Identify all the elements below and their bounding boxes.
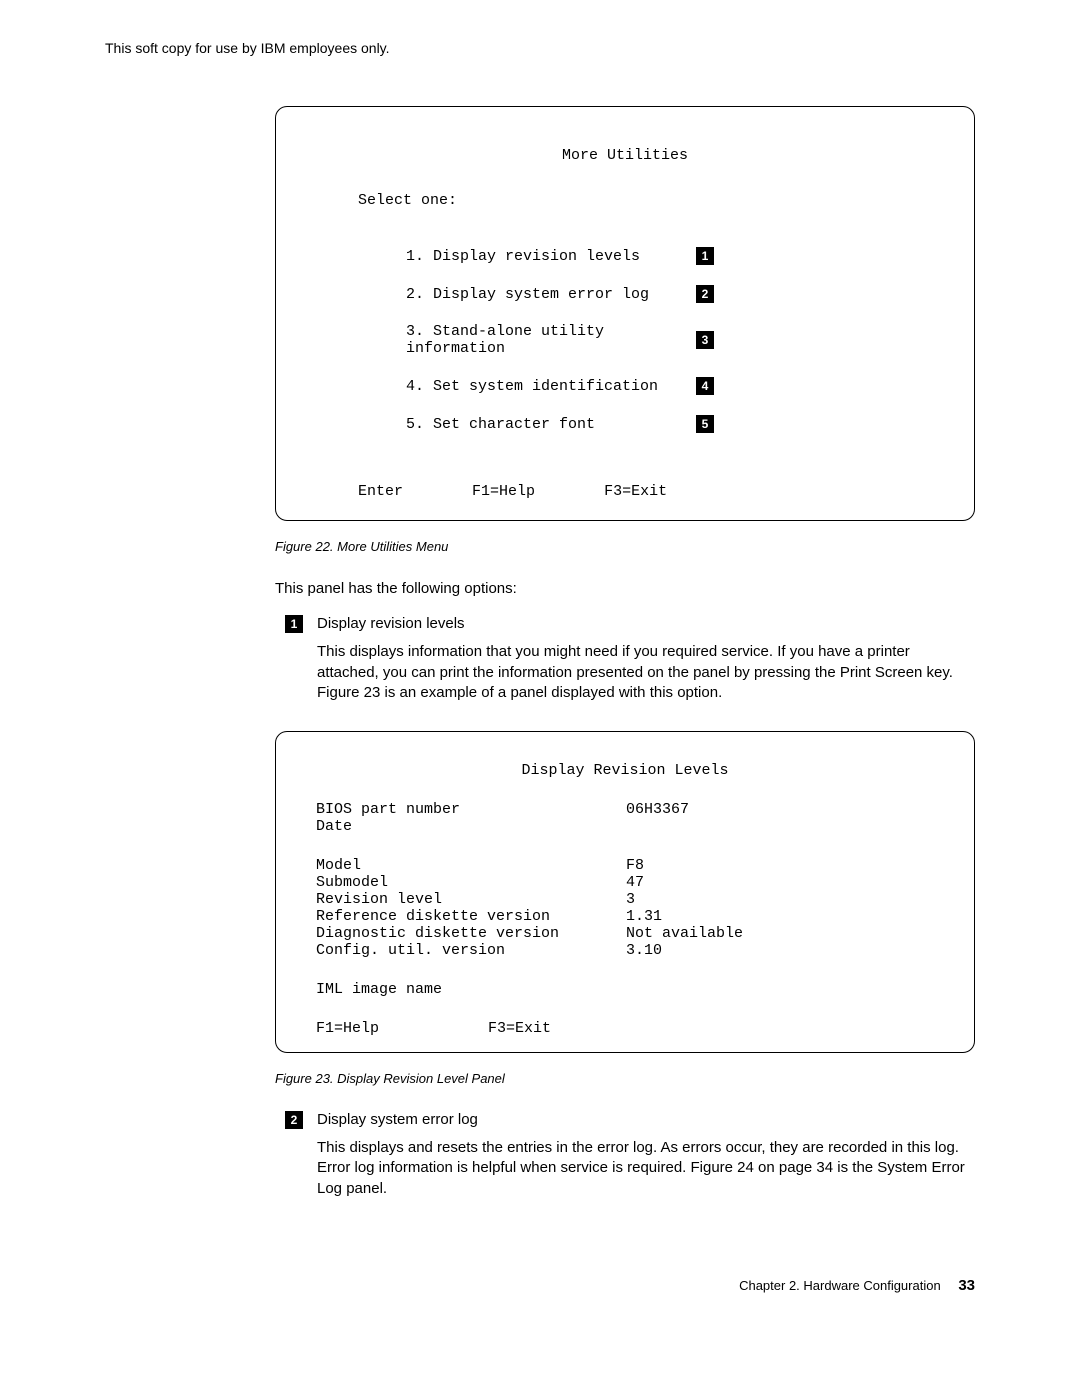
info-row: Revision level 3 bbox=[316, 891, 934, 908]
badge-icon: 3 bbox=[696, 331, 714, 349]
info-row: IML image name bbox=[316, 981, 934, 998]
info-label: Reference diskette version bbox=[316, 908, 626, 925]
menu-item: 1. Display revision levels 1 bbox=[406, 247, 924, 265]
page-footer: Chapter 2. Hardware Configuration 33 bbox=[105, 1277, 975, 1294]
info-value: 06H3367 bbox=[626, 801, 934, 818]
badge-icon: 1 bbox=[696, 247, 714, 265]
info-row: Date bbox=[316, 818, 934, 835]
info-label: Submodel bbox=[316, 874, 626, 891]
footer-f3: F3=Exit bbox=[488, 1020, 551, 1037]
info-row: Submodel 47 bbox=[316, 874, 934, 891]
info-value: 3 bbox=[626, 891, 934, 908]
info-row: Model F8 bbox=[316, 857, 934, 874]
info-row: Diagnostic diskette version Not availabl… bbox=[316, 925, 934, 942]
info-row: BIOS part number 06H3367 bbox=[316, 801, 934, 818]
menu-item-text: 1. Display revision levels bbox=[406, 248, 686, 265]
panel-subtitle: Select one: bbox=[358, 192, 924, 209]
menu-item-text: 2. Display system error log bbox=[406, 286, 686, 303]
header-note: This soft copy for use by IBM employees … bbox=[105, 40, 975, 56]
panel-title: Display Revision Levels bbox=[316, 762, 934, 779]
info-value: 47 bbox=[626, 874, 934, 891]
option-block-1: 1 Display revision levels This displays … bbox=[275, 615, 975, 721]
footer-f3: F3=Exit bbox=[604, 483, 667, 500]
badge-icon: 2 bbox=[696, 285, 714, 303]
panel-footer: Enter F1=Help F3=Exit bbox=[358, 483, 924, 500]
option-desc: This displays information that you might… bbox=[317, 642, 975, 703]
info-value bbox=[626, 818, 934, 835]
footer-enter: Enter bbox=[358, 483, 403, 500]
menu-item: 4. Set system identification 4 bbox=[406, 377, 924, 395]
info-label: Revision level bbox=[316, 891, 626, 908]
panel-title: More Utilities bbox=[326, 147, 924, 164]
menu-item: 3. Stand-alone utility information 3 bbox=[406, 323, 924, 357]
figure-caption: Figure 23. Display Revision Level Panel bbox=[275, 1071, 975, 1086]
info-label: Config. util. version bbox=[316, 942, 626, 959]
option-title: Display revision levels bbox=[317, 615, 975, 632]
menu-item-text: 4. Set system identification bbox=[406, 378, 686, 395]
panel-footer: F1=Help F3=Exit bbox=[316, 1020, 934, 1037]
figure-caption: Figure 22. More Utilities Menu bbox=[275, 539, 975, 554]
more-utilities-panel: More Utilities Select one: 1. Display re… bbox=[275, 106, 975, 521]
info-value: Not available bbox=[626, 925, 934, 942]
info-label: Model bbox=[316, 857, 626, 874]
info-row: Reference diskette version 1.31 bbox=[316, 908, 934, 925]
option-desc: This displays and resets the entries in … bbox=[317, 1138, 975, 1199]
info-label: Diagnostic diskette version bbox=[316, 925, 626, 942]
menu-item-text: 5. Set character font bbox=[406, 416, 686, 433]
menu-item: 5. Set character font 5 bbox=[406, 415, 924, 433]
chapter-label: Chapter 2. Hardware Configuration bbox=[739, 1278, 941, 1293]
info-label: BIOS part number bbox=[316, 801, 626, 818]
footer-f1: F1=Help bbox=[472, 483, 535, 500]
footer-f1: F1=Help bbox=[316, 1020, 379, 1037]
info-row: Config. util. version 3.10 bbox=[316, 942, 934, 959]
info-value: 3.10 bbox=[626, 942, 934, 959]
info-value bbox=[626, 981, 934, 998]
info-label: Date bbox=[316, 818, 626, 835]
info-value: F8 bbox=[626, 857, 934, 874]
badge-icon: 2 bbox=[285, 1111, 303, 1129]
option-block-2: 2 Display system error log This displays… bbox=[275, 1111, 975, 1217]
menu-item-text: 3. Stand-alone utility information bbox=[406, 323, 686, 357]
info-label: IML image name bbox=[316, 981, 626, 998]
badge-icon: 1 bbox=[285, 615, 303, 633]
intro-text: This panel has the following options: bbox=[275, 579, 975, 599]
page-number: 33 bbox=[958, 1277, 975, 1294]
option-title: Display system error log bbox=[317, 1111, 975, 1128]
badge-icon: 4 bbox=[696, 377, 714, 395]
revision-levels-panel: Display Revision Levels BIOS part number… bbox=[275, 731, 975, 1053]
badge-icon: 5 bbox=[696, 415, 714, 433]
menu-item: 2. Display system error log 2 bbox=[406, 285, 924, 303]
info-value: 1.31 bbox=[626, 908, 934, 925]
